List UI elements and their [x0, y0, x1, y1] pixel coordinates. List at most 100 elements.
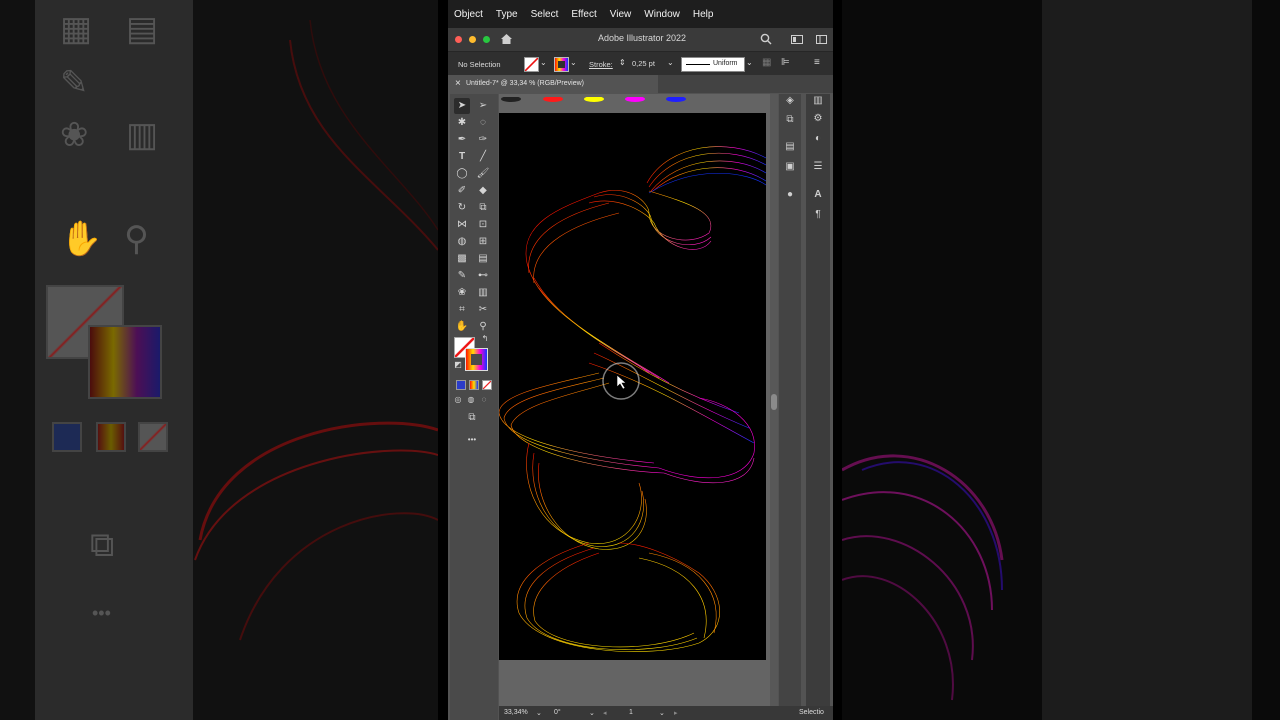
- lasso-tool-icon[interactable]: ◌: [475, 115, 491, 131]
- blend-tool-icon[interactable]: ⊷: [475, 268, 491, 284]
- menu-effect[interactable]: Effect: [571, 9, 596, 20]
- change-screen-mode-icon[interactable]: ⧉: [464, 410, 480, 426]
- menu-type[interactable]: Type: [496, 9, 518, 20]
- scrollbar-thumb[interactable]: [771, 394, 777, 410]
- artboard-next-icon[interactable]: ▸: [674, 709, 678, 717]
- stroke-swatch[interactable]: [465, 348, 488, 371]
- draw-normal-icon[interactable]: ◎: [452, 394, 464, 406]
- control-menu-icon[interactable]: ≡: [814, 57, 820, 68]
- artboard-tool-icon[interactable]: ⌗: [454, 302, 470, 318]
- menu-object[interactable]: Object: [454, 9, 483, 20]
- minimize-window-button[interactable]: [469, 36, 476, 43]
- zoom-tool-icon[interactable]: ⚲: [475, 319, 491, 335]
- status-bar: 33,34% ⌄ 0° ⌄ ◂ 1 ⌄ ▸ Selectio: [499, 706, 833, 720]
- color-mode-ghost: [52, 422, 82, 452]
- eraser-tool-icon[interactable]: ◆: [475, 183, 491, 199]
- menu-bar: Object Type Select Effect View Window He…: [448, 0, 833, 28]
- swap-fill-stroke-icon[interactable]: ↰: [480, 334, 490, 344]
- color-mode-button[interactable]: [456, 380, 466, 390]
- close-window-button[interactable]: [455, 36, 462, 43]
- arrange-documents-icon[interactable]: [816, 35, 827, 44]
- brush-definition-icon[interactable]: ▦: [762, 57, 771, 68]
- align-options-icon[interactable]: ⊫: [781, 57, 790, 68]
- ribbon-blend-artwork[interactable]: [498, 113, 767, 660]
- artboard-prev-icon[interactable]: ◂: [603, 709, 607, 717]
- blurred-artwork-left: [194, 19, 438, 641]
- default-fill-stroke-icon[interactable]: ◩: [453, 360, 463, 370]
- slice-tool-icon[interactable]: ✂: [475, 302, 491, 318]
- free-transform-tool-icon[interactable]: ⊡: [475, 217, 491, 233]
- pathfinder-panel-icon[interactable]: ▣: [783, 160, 797, 174]
- rotation-chevron-icon[interactable]: ⌄: [589, 709, 595, 717]
- eyedropper-tool-icon[interactable]: ✎: [454, 268, 470, 284]
- selection-tool-icon[interactable]: ➤: [454, 98, 470, 114]
- variable-width-profile[interactable]: Uniform: [681, 57, 745, 72]
- canvas-area[interactable]: [498, 94, 777, 708]
- perspective-grid-tool-icon[interactable]: ⊞: [475, 234, 491, 250]
- none-mode-button[interactable]: [482, 380, 492, 390]
- rotation-value[interactable]: 0°: [554, 709, 561, 716]
- menu-window[interactable]: Window: [644, 9, 680, 20]
- hand-tool-icon[interactable]: ✋: [454, 319, 470, 335]
- artboards-panel-icon[interactable]: ⧉: [783, 113, 797, 127]
- paintbrush-tool-icon[interactable]: 🖌: [475, 166, 491, 182]
- gradient-tool-icon: ▤: [126, 10, 159, 48]
- shaper-tool-icon[interactable]: ✐: [454, 183, 470, 199]
- gradient-tool-icon[interactable]: ▤: [475, 251, 491, 267]
- type-tool-icon[interactable]: T: [454, 149, 470, 165]
- menu-view[interactable]: View: [610, 9, 632, 20]
- window-title: Adobe Illustrator 2022: [598, 33, 687, 43]
- color-guide-panel-icon[interactable]: ⚙: [811, 112, 825, 126]
- artboard-number[interactable]: 1: [629, 709, 633, 716]
- zoom-level[interactable]: 33,34%: [504, 709, 528, 716]
- fill-dropdown-chevron-icon[interactable]: ⌄: [540, 58, 547, 67]
- properties-panel-icon[interactable]: ☰: [811, 160, 825, 174]
- artboard[interactable]: [498, 113, 767, 660]
- document-tab[interactable]: × Untitled-7* @ 33,34 % (RGB/Preview): [448, 75, 658, 93]
- stroke-label[interactable]: Stroke:: [589, 60, 613, 69]
- draw-inside-icon[interactable]: ◌: [478, 394, 490, 406]
- appearance-panel-icon[interactable]: ●: [783, 188, 797, 202]
- menu-help[interactable]: Help: [693, 9, 714, 20]
- zoom-window-button[interactable]: [483, 36, 490, 43]
- line-segment-tool-icon[interactable]: ╱: [475, 149, 491, 165]
- blurred-artwork-right: [842, 454, 1004, 701]
- width-tool-icon[interactable]: ⋈: [454, 217, 470, 233]
- close-tab-icon[interactable]: ×: [455, 78, 461, 89]
- shape-builder-tool-icon[interactable]: ◍: [454, 234, 470, 250]
- vertical-scrollbar[interactable]: [770, 94, 778, 708]
- workspace-switcher-icon[interactable]: [791, 35, 803, 44]
- artboard-chevron-icon[interactable]: ⌄: [659, 709, 665, 717]
- column-graph-tool-icon[interactable]: ▥: [475, 285, 491, 301]
- pen-tool-icon[interactable]: ✒: [454, 132, 470, 148]
- character-panel-icon[interactable]: A: [811, 188, 825, 202]
- stroke-dropdown-chevron-icon[interactable]: ⌄: [570, 58, 577, 67]
- edit-toolbar-icon[interactable]: •••: [464, 432, 480, 448]
- ellipse-tool-icon[interactable]: ◯: [454, 166, 470, 182]
- fill-color-swatch[interactable]: [524, 57, 539, 72]
- gradient-mode-button[interactable]: [469, 380, 479, 390]
- paragraph-panel-icon[interactable]: ¶: [811, 208, 825, 222]
- stroke-weight-chevron-icon[interactable]: ⌄: [667, 58, 674, 67]
- zoom-chevron-icon[interactable]: ⌄: [536, 709, 542, 717]
- mesh-tool-icon[interactable]: ▩: [454, 251, 470, 267]
- stroke-color-swatch[interactable]: [554, 57, 569, 72]
- menu-select[interactable]: Select: [531, 9, 559, 20]
- home-icon[interactable]: [500, 33, 513, 45]
- stroke-weight-value[interactable]: 0,25 pt: [632, 59, 655, 68]
- gradient-panel-icon[interactable]: ▥: [811, 94, 825, 108]
- align-panel-icon[interactable]: ▤: [783, 140, 797, 154]
- scale-tool-icon[interactable]: ⧉: [475, 200, 491, 216]
- magic-wand-tool-icon[interactable]: ✱: [454, 115, 470, 131]
- transparency-panel-icon[interactable]: ◐: [811, 132, 825, 146]
- profile-chevron-icon[interactable]: ⌄: [746, 58, 753, 67]
- symbol-sprayer-tool-icon[interactable]: ❀: [454, 285, 470, 301]
- search-icon[interactable]: [760, 33, 772, 45]
- direct-selection-tool-icon[interactable]: ➢: [475, 98, 491, 114]
- tools-panel: ➤ ➢ ✱ ◌ ✒ ✑ T ╱ ◯ 🖌 ✐ ◆ ↻ ⧉ ⋈ ⊡ ◍ ⊞ ▩ ▤ …: [450, 94, 498, 720]
- stroke-weight-stepper-icon[interactable]: ⇕: [619, 58, 626, 67]
- draw-behind-icon[interactable]: ◍: [465, 394, 477, 406]
- curvature-tool-icon[interactable]: ✑: [475, 132, 491, 148]
- rotate-tool-icon[interactable]: ↻: [454, 200, 470, 216]
- layers-panel-icon[interactable]: ◈: [783, 94, 797, 108]
